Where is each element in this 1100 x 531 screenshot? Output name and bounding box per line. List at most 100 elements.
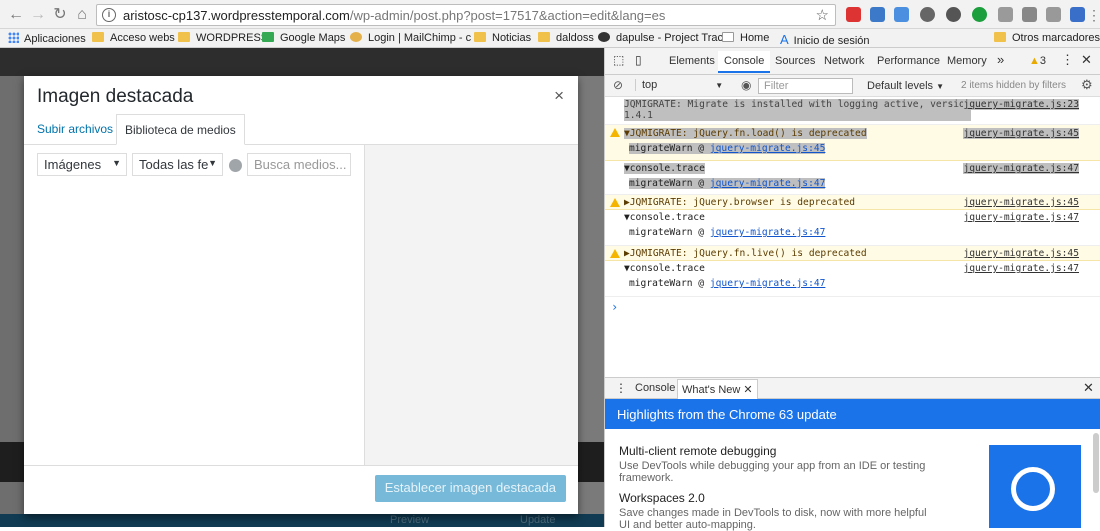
wp-admin-bar bbox=[0, 48, 604, 76]
tab-performance[interactable]: Performance bbox=[877, 55, 940, 67]
extension-icon[interactable] bbox=[972, 7, 987, 22]
source-link[interactable]: jquery-migrate.js:23 bbox=[963, 99, 1079, 110]
bookmark-otros[interactable]: Otros marcadores bbox=[994, 32, 1100, 44]
settings-gear-icon[interactable]: ⚙ bbox=[1081, 77, 1093, 93]
extension-icon[interactable] bbox=[870, 7, 885, 22]
close-devtools-icon[interactable]: ✕ bbox=[1081, 52, 1092, 68]
extension-icon[interactable] bbox=[846, 7, 861, 22]
source-link[interactable]: jquery-migrate.js:47 bbox=[963, 263, 1079, 274]
warning-count-badge[interactable]: ▲3 bbox=[1029, 55, 1046, 67]
bookmark-google-maps[interactable]: Google Maps bbox=[262, 32, 345, 44]
warning-icon bbox=[610, 198, 620, 207]
devtools-menu-icon[interactable]: ⋮ bbox=[1061, 52, 1074, 68]
bookmark-inicio-sesion[interactable]: A Inicio de sesión bbox=[780, 32, 870, 47]
close-icon[interactable]: ✕ bbox=[743, 384, 752, 396]
bookmark-noticias[interactable]: Noticias bbox=[474, 32, 531, 44]
bookmark-acceso-webs[interactable]: Acceso webs bbox=[92, 32, 175, 44]
extension-icon[interactable] bbox=[1022, 7, 1037, 22]
devtools-panel: ⬚ ▯ Elements Console Sources Network Per… bbox=[604, 48, 1100, 531]
log-row[interactable]: ▶JQMIGRATE: jQuery.fn.live() is deprecat… bbox=[605, 246, 1100, 261]
drawer-tab-console[interactable]: Console bbox=[635, 382, 675, 394]
url-path: /wp-admin/post.php?post=17517&action=edi… bbox=[349, 8, 666, 23]
address-bar[interactable]: i aristosc-cp137.wordpresstemporal.com/w… bbox=[96, 4, 836, 26]
warning-icon bbox=[610, 249, 620, 258]
apps-grid-icon bbox=[8, 32, 19, 43]
log-row[interactable]: ▶JQMIGRATE: jQuery.browser is deprecated… bbox=[605, 195, 1100, 210]
eye-icon[interactable]: ◉ bbox=[741, 78, 751, 92]
folder-icon bbox=[538, 32, 550, 42]
inspect-icon[interactable]: ⬚ bbox=[613, 53, 624, 67]
loading-spinner-icon bbox=[229, 159, 242, 172]
console-filter-input[interactable]: Filter bbox=[758, 78, 853, 94]
tab-memory[interactable]: Memory bbox=[947, 55, 987, 67]
preview-button: Preview bbox=[390, 514, 430, 526]
media-type-select[interactable]: Imágenes ▼ bbox=[37, 153, 127, 176]
download-icon[interactable] bbox=[1070, 7, 1085, 22]
console-prompt[interactable]: › bbox=[611, 300, 618, 314]
extension-icon[interactable] bbox=[920, 7, 935, 22]
log-row[interactable]: ▼console.trace jquery-migrate.js:47 migr… bbox=[605, 210, 1100, 246]
attachment-details-sidebar bbox=[364, 145, 578, 465]
tab-network[interactable]: Network bbox=[824, 55, 864, 67]
featured-image-modal: Imagen destacada × Subir archivos Biblio… bbox=[24, 76, 578, 514]
whats-new-item[interactable]: Workspaces 2.0 Save changes made in DevT… bbox=[619, 491, 939, 531]
home-icon[interactable]: ⌂ bbox=[72, 5, 92, 25]
media-search-input[interactable]: Busca medios... bbox=[247, 153, 351, 176]
log-row[interactable]: ▼console.trace jquery-migrate.js:47 migr… bbox=[605, 261, 1100, 297]
tab-upload[interactable]: Subir archivos bbox=[37, 122, 113, 136]
back-icon[interactable]: ← bbox=[6, 5, 26, 25]
stack-link[interactable]: jquery-migrate.js:47 bbox=[710, 227, 826, 238]
console-log-list: JQMIGRATE: Migrate is installed with log… bbox=[605, 98, 1100, 378]
devtools-drawer: ⋮ Console What's New ✕ ✕ Highlights from… bbox=[605, 377, 1100, 531]
extension-icon[interactable] bbox=[946, 7, 961, 22]
extension-icon[interactable] bbox=[998, 7, 1013, 22]
devtools-tabs: ⬚ ▯ Elements Console Sources Network Per… bbox=[605, 48, 1100, 75]
log-row: JQMIGRATE: Migrate is installed with log… bbox=[605, 98, 1100, 125]
bookmark-apps[interactable]: Aplicaciones bbox=[8, 32, 86, 45]
more-tabs-icon[interactable]: » bbox=[997, 52, 1004, 67]
source-link[interactable]: jquery-migrate.js:45 bbox=[963, 128, 1079, 139]
tab-sources[interactable]: Sources bbox=[775, 55, 815, 67]
bookmark-daldoss[interactable]: daldoss bbox=[538, 32, 594, 44]
info-icon[interactable]: i bbox=[102, 8, 116, 22]
stack-link[interactable]: jquery-migrate.js:45 bbox=[710, 143, 826, 154]
clear-console-icon[interactable]: ⊘ bbox=[613, 78, 623, 92]
folder-icon bbox=[474, 32, 486, 42]
forward-icon[interactable]: → bbox=[28, 5, 48, 25]
reload-icon[interactable]: ↻ bbox=[50, 5, 70, 25]
stack-link[interactable]: jquery-migrate.js:47 bbox=[710, 178, 826, 189]
close-drawer-icon[interactable]: ✕ bbox=[1083, 380, 1094, 396]
drawer-scrollbar[interactable] bbox=[1093, 433, 1099, 493]
set-featured-image-button[interactable]: Establecer imagen destacada bbox=[374, 475, 566, 502]
shield-icon[interactable] bbox=[1046, 7, 1061, 22]
bookmark-wordpress[interactable]: WORDPRESS bbox=[178, 32, 268, 44]
tab-console[interactable]: Console bbox=[718, 51, 771, 73]
stack-link[interactable]: jquery-migrate.js:47 bbox=[710, 278, 826, 289]
menu-icon[interactable]: ⋮ bbox=[1084, 5, 1100, 25]
modal-footer: Establecer imagen destacada bbox=[24, 465, 578, 514]
log-row[interactable]: ▼JQMIGRATE: jQuery.fn.load() is deprecat… bbox=[605, 125, 1100, 161]
close-icon[interactable]: × bbox=[554, 86, 564, 106]
date-filter-select[interactable]: Todas las fe ▼ bbox=[132, 153, 223, 176]
bookmark-star-icon[interactable]: ☆ bbox=[816, 6, 829, 24]
context-select[interactable]: top ▼ bbox=[635, 79, 723, 91]
log-levels-select[interactable]: Default levels ▼ bbox=[867, 80, 944, 92]
drawer-tab-whats-new[interactable]: What's New ✕ bbox=[677, 379, 758, 399]
bookmark-dapulse[interactable]: dapulse - Project Trac bbox=[598, 32, 723, 44]
drawer-menu-icon[interactable]: ⋮ bbox=[615, 381, 627, 395]
bookmark-home[interactable]: Home bbox=[722, 32, 769, 44]
modal-title: Imagen destacada bbox=[37, 86, 194, 107]
tab-media-library[interactable]: Biblioteca de medios bbox=[116, 114, 245, 145]
bookmark-mailchimp[interactable]: Login | MailChimp - c bbox=[350, 32, 471, 44]
log-row[interactable]: ▼console.trace jquery-migrate.js:47 migr… bbox=[605, 161, 1100, 195]
tab-elements[interactable]: Elements bbox=[669, 55, 715, 67]
warning-icon bbox=[610, 128, 620, 137]
translate-icon[interactable] bbox=[894, 7, 909, 22]
url-host: aristosc-cp137.wordpresstemporal.com bbox=[123, 8, 350, 23]
device-toolbar-icon[interactable]: ▯ bbox=[635, 53, 642, 67]
source-link[interactable]: jquery-migrate.js:45 bbox=[963, 248, 1079, 259]
source-link[interactable]: jquery-migrate.js:45 bbox=[963, 197, 1079, 208]
source-link[interactable]: jquery-migrate.js:47 bbox=[963, 163, 1079, 174]
source-link[interactable]: jquery-migrate.js:47 bbox=[963, 212, 1079, 223]
whats-new-item[interactable]: Multi-client remote debugging Use DevToo… bbox=[619, 444, 939, 484]
